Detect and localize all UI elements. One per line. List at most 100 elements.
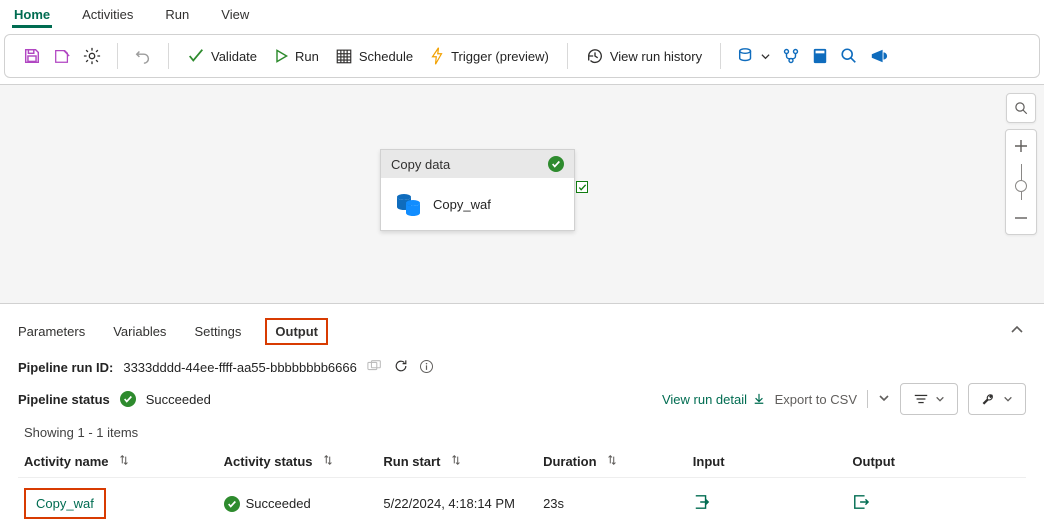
col-output[interactable]: Output <box>846 446 1026 478</box>
view-run-detail-label: View run detail <box>662 392 747 407</box>
undo-button[interactable] <box>128 40 158 72</box>
sort-icon <box>322 454 334 469</box>
minus-icon <box>1014 211 1028 225</box>
row-status-value: Succeeded <box>246 496 311 511</box>
refresh-button[interactable] <box>393 358 409 377</box>
row-output-button[interactable] <box>852 498 870 513</box>
lightning-icon <box>429 47 445 65</box>
tab-settings[interactable]: Settings <box>192 318 243 345</box>
validate-button[interactable]: Validate <box>179 40 265 72</box>
chevron-down-icon <box>1003 394 1013 404</box>
search-icon <box>1014 101 1029 116</box>
view-run-detail-link[interactable]: View run detail <box>662 392 765 407</box>
status-success-icon <box>120 391 136 407</box>
activity-node[interactable]: Copy data Copy_waf <box>380 149 575 231</box>
output-icon <box>852 494 870 510</box>
validate-label: Validate <box>211 49 257 64</box>
activity-name-label: Copy_waf <box>433 197 491 212</box>
trigger-label: Trigger (preview) <box>451 49 549 64</box>
feedback-button[interactable] <box>864 40 894 72</box>
chevron-up-icon <box>1010 323 1024 337</box>
wrench-icon <box>981 391 997 407</box>
search-button[interactable] <box>834 40 864 72</box>
branch-icon <box>782 47 800 65</box>
items-count-label: Showing 1 - 1 items <box>24 425 1026 440</box>
row-run-start: 5/22/2024, 4:18:14 PM <box>383 496 515 511</box>
toolbar: Validate Run Schedule Trigger (preview) … <box>4 34 1040 78</box>
zoom-out-button[interactable] <box>1006 206 1036 230</box>
pipeline-canvas[interactable]: Copy data Copy_waf <box>0 84 1044 304</box>
zoom-control[interactable] <box>1005 129 1037 235</box>
copy-data-icon <box>393 189 423 219</box>
sort-icon <box>606 454 618 469</box>
tab-output[interactable]: Output <box>267 320 326 343</box>
run-label: Run <box>295 49 319 64</box>
pipeline-status-value: Succeeded <box>146 392 211 407</box>
undo-icon <box>134 47 152 65</box>
activity-status-success-icon <box>548 156 564 172</box>
run-id-label: Pipeline run ID: <box>18 360 113 375</box>
row-status-success-icon <box>224 496 240 512</box>
activity-node-header: Copy data <box>381 150 574 178</box>
row-input-button[interactable] <box>693 498 711 513</box>
sort-icon <box>450 454 462 469</box>
play-icon <box>273 48 289 64</box>
schedule-button[interactable]: Schedule <box>327 40 421 72</box>
save-icon <box>23 47 41 65</box>
run-id-value: 3333dddd-44ee-ffff-aa55-bbbbbbbb6666 <box>123 360 357 375</box>
info-button[interactable] <box>419 359 434 377</box>
activity-type-label: Copy data <box>391 157 450 172</box>
save-button[interactable] <box>17 40 47 72</box>
view-run-history-button[interactable]: View run history <box>578 40 710 72</box>
tab-parameters[interactable]: Parameters <box>16 318 87 345</box>
col-run-start[interactable]: Run start <box>377 446 537 478</box>
filter-button[interactable] <box>900 383 958 415</box>
data-source-button[interactable] <box>731 40 776 72</box>
panel-collapse-button[interactable] <box>1006 319 1028 344</box>
menubar-view[interactable]: View <box>219 1 251 28</box>
run-button[interactable]: Run <box>265 40 327 72</box>
input-icon <box>693 494 711 510</box>
pipeline-status-label: Pipeline status <box>18 392 110 407</box>
export-csv-button[interactable]: Export to CSV <box>775 392 857 407</box>
table-row: Copy_waf Succeeded 5/22/2024, 4:18:14 PM… <box>18 478 1026 530</box>
save-as-button[interactable] <box>47 40 77 72</box>
activities-table: Activity name Activity status Run start … <box>18 446 1026 529</box>
col-activity-name[interactable]: Activity name <box>18 446 218 478</box>
check-icon <box>187 47 205 65</box>
menubar-home[interactable]: Home <box>12 1 52 28</box>
notebook-button[interactable] <box>806 40 834 72</box>
output-panel: Pipeline run ID: 3333dddd-44ee-ffff-aa55… <box>0 352 1044 529</box>
export-csv-dropdown[interactable] <box>878 392 890 407</box>
col-activity-status[interactable]: Activity status <box>218 446 378 478</box>
tools-button[interactable] <box>968 383 1026 415</box>
copy-run-id-button[interactable] <box>367 359 383 376</box>
branch-button[interactable] <box>776 40 806 72</box>
menubar: Home Activities Run View <box>0 0 1044 30</box>
trigger-button[interactable]: Trigger (preview) <box>421 40 557 72</box>
database-icon <box>737 47 755 65</box>
info-icon <box>419 359 434 374</box>
tab-variables[interactable]: Variables <box>111 318 168 345</box>
search-icon <box>840 47 858 65</box>
canvas-search-button[interactable] <box>1006 93 1036 123</box>
zoom-slider[interactable] <box>1006 164 1036 200</box>
chevron-down-icon <box>878 392 890 404</box>
filter-icon <box>913 392 929 406</box>
canvas-toolbar <box>1006 93 1036 235</box>
view-run-history-label: View run history <box>610 49 702 64</box>
save-as-icon <box>53 47 71 65</box>
copy-icon <box>367 359 383 373</box>
notebook-icon <box>812 47 828 65</box>
col-input[interactable]: Input <box>687 446 847 478</box>
chevron-down-icon <box>761 52 770 61</box>
zoom-in-button[interactable] <box>1006 134 1036 158</box>
activity-name-link[interactable]: Copy_waf <box>24 488 106 519</box>
settings-button[interactable] <box>77 40 107 72</box>
col-duration[interactable]: Duration <box>537 446 687 478</box>
sort-icon <box>118 454 130 469</box>
menubar-activities[interactable]: Activities <box>80 1 135 28</box>
activity-validation-check-icon <box>576 181 588 193</box>
download-icon <box>753 393 765 405</box>
menubar-run[interactable]: Run <box>163 1 191 28</box>
